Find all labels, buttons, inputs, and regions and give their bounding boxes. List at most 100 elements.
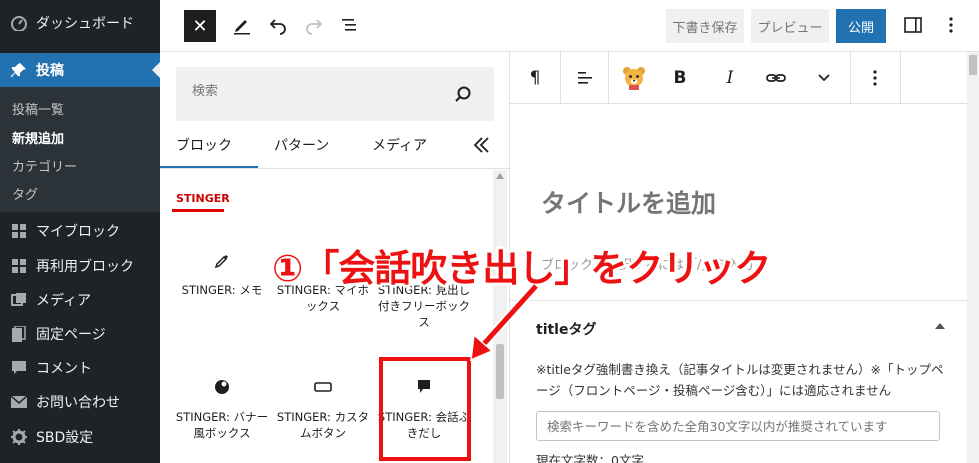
sidebar-item-posts[interactable]: 投稿 [0, 53, 160, 87]
caret-up-icon[interactable] [935, 323, 945, 329]
settings-toggle-button[interactable] [901, 13, 925, 37]
pencil-icon [214, 255, 228, 269]
posts-submenu: 投稿一覧 新規追加 カテゴリー タグ [0, 87, 160, 212]
bear-mascot-icon [623, 67, 645, 90]
search-icon[interactable] [454, 83, 476, 105]
metabox-title: titleタグ [536, 322, 597, 338]
sidebar-item-label: 投稿 [36, 63, 64, 79]
tab-media[interactable]: メディア [372, 135, 427, 155]
bold-button[interactable]: B [660, 52, 700, 104]
sidebar-item-pages[interactable]: 固定ページ [0, 317, 160, 351]
submenu-add-new[interactable]: 新規追加 [12, 128, 64, 147]
toolbar-separator [850, 52, 851, 104]
post-title-input[interactable]: タイトルを追加 [541, 184, 716, 220]
sidebar-item-sbd-settings[interactable]: SBD設定 [0, 420, 160, 454]
vertical-ellipsis-icon [949, 17, 953, 33]
sidebar-item-label: マイブロック [36, 224, 120, 240]
close-inserter-button[interactable]: ✕ [184, 10, 216, 42]
submenu-all-posts[interactable]: 投稿一覧 [12, 99, 64, 118]
align-button[interactable] [565, 52, 605, 104]
more-options-button[interactable] [939, 13, 963, 37]
edit-tool-button[interactable] [230, 13, 254, 37]
category-underline [172, 209, 224, 212]
search-input[interactable] [192, 84, 432, 99]
title-tag-input[interactable] [536, 411, 940, 441]
vertical-ellipsis-icon [873, 70, 877, 86]
grid-icon [10, 222, 28, 240]
grid-icon [10, 257, 28, 275]
sidebar-item-dashboard[interactable]: ダッシュボード [0, 6, 160, 40]
sidebar-toggle-icon [904, 17, 922, 33]
sidebar-item-label: お問い合わせ [36, 395, 120, 411]
admin-sidebar: ダッシュボード 投稿 投稿一覧 新規追加 カテゴリー タグ マイブロック 再利用… [0, 0, 160, 463]
title-tag-metabox: titleタグ ※titleタグ強制書き換え（記事タイトルは変更されません）※「… [510, 300, 967, 463]
sidebar-item-label: コメント [36, 361, 92, 377]
search-box [176, 67, 494, 121]
publish-button[interactable]: 公開 [836, 9, 886, 43]
redo-button[interactable] [302, 13, 326, 37]
list-view-icon [342, 19, 356, 31]
editor-scroll-up[interactable] [969, 55, 977, 75]
sidebar-item-label: ダッシュボード [36, 16, 134, 32]
align-left-icon [578, 72, 592, 84]
media-icon [10, 291, 28, 309]
block-item-banner-box[interactable]: STINGER: バナー風ボックス [174, 377, 270, 441]
banner-icon [215, 380, 229, 394]
block-label: STINGER: バナー風ボックス [175, 410, 269, 440]
annotation-instruction: ①「会話吹き出し」をクリック [272, 247, 771, 290]
block-label: STINGER: カスタムボタン [276, 410, 370, 440]
more-formats-button[interactable] [804, 52, 844, 104]
sidebar-item-media[interactable]: メディア [0, 283, 160, 317]
block-item-custom-button[interactable]: STINGER: カスタムボタン [275, 377, 371, 441]
preview-button[interactable]: プレビュー [751, 9, 829, 43]
gear-icon [10, 428, 28, 446]
sidebar-item-my-blocks[interactable]: マイブロック [0, 214, 160, 248]
undo-button[interactable] [266, 13, 290, 37]
block-item-memo[interactable]: STINGER: メモ [174, 250, 270, 298]
sidebar-item-contact[interactable]: お問い合わせ [0, 385, 160, 419]
annotation-highlight-box [379, 357, 471, 461]
button-icon [314, 382, 332, 392]
editor-scrollbar[interactable] [967, 52, 979, 463]
link-button[interactable] [756, 52, 796, 104]
paragraph-button[interactable]: ¶ [518, 52, 552, 104]
save-draft-button[interactable]: 下書き保存 [666, 9, 744, 43]
character-count: 現在文字数：0文字 [536, 453, 644, 463]
list-view-button[interactable] [338, 13, 362, 37]
link-icon [766, 74, 786, 82]
metabox-description: ※titleタグ強制書き換え（記事タイトルは変更されません）※「トップページ（フ… [536, 362, 944, 398]
submenu-categories[interactable]: カテゴリー [12, 156, 77, 175]
scroll-up-icon [496, 173, 504, 179]
character-button[interactable] [614, 52, 654, 104]
tab-patterns[interactable]: パターン [274, 135, 329, 155]
category-title: STINGER [176, 192, 230, 205]
sidebar-item-comments[interactable]: コメント [0, 351, 160, 385]
page-icon [10, 325, 28, 343]
submenu-tags[interactable]: タグ [12, 184, 38, 203]
mail-icon [10, 393, 28, 411]
comment-icon [10, 359, 28, 377]
chevron-down-icon [818, 74, 830, 82]
toolbar-separator [608, 52, 609, 104]
block-label: STINGER: メモ [181, 283, 263, 297]
inserter-scrollbar[interactable] [493, 170, 507, 463]
tab-blocks[interactable]: ブロック [176, 135, 232, 155]
sidebar-item-reusable-blocks[interactable]: 再利用ブロック [0, 249, 160, 283]
italic-button[interactable]: I [710, 52, 750, 104]
pin-icon [10, 61, 28, 79]
redo-icon [306, 19, 323, 35]
sidebar-item-label: SBD設定 [36, 430, 94, 446]
sidebar-item-label: 固定ページ [36, 327, 106, 343]
editor-header: ✕ 下書き保存 プレビュー 公開 [160, 0, 979, 52]
block-toolbar: ¶ B I [510, 52, 967, 104]
sidebar-item-label: メディア [36, 293, 92, 309]
block-options-button[interactable] [855, 52, 895, 104]
sidebar-item-label: 再利用ブロック [36, 259, 134, 275]
inserter-scroll-thumb[interactable] [496, 344, 504, 399]
tab-more-button[interactable] [472, 136, 494, 158]
pencil-icon [234, 20, 250, 35]
tabs-divider [160, 168, 510, 169]
toolbar-separator [900, 52, 901, 104]
editor-screen: ダッシュボード 投稿 投稿一覧 新規追加 カテゴリー タグ マイブロック 再利用… [0, 0, 979, 463]
chevron-left-icon [473, 137, 489, 153]
